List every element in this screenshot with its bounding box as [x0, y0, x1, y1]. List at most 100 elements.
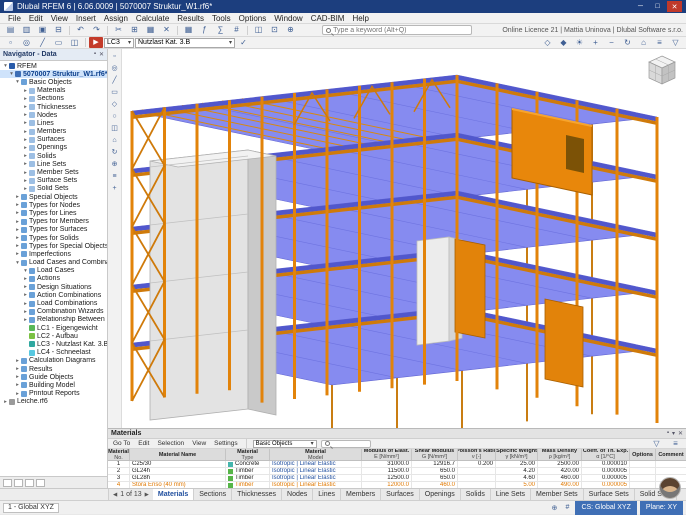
- select-arrow-icon[interactable]: ▫: [109, 51, 121, 62]
- 3d-viewport[interactable]: [122, 49, 686, 428]
- navigator-tab-views[interactable]: [25, 478, 34, 487]
- redo-icon[interactable]: ↷: [89, 24, 104, 36]
- column-header[interactable]: Options: [630, 449, 656, 460]
- load-case-selector[interactable]: LC3 ▾: [104, 37, 134, 48]
- tab-surface-sets[interactable]: Surface Sets: [584, 489, 635, 500]
- tab-lines[interactable]: Lines: [313, 489, 341, 500]
- view-selector[interactable]: 1 - Global XYZ: [3, 502, 59, 513]
- tree-item[interactable]: LC1 - Eigengewicht: [0, 324, 107, 332]
- column-header[interactable]: Material Model: [270, 449, 362, 460]
- calculate-run-icon[interactable]: ▶: [89, 37, 103, 48]
- tree-item[interactable]: Solids: [0, 152, 107, 160]
- pin-icon[interactable]: ▪: [94, 51, 96, 58]
- tree-item[interactable]: LC3 - Nutzlast Kat. 3.B: [0, 340, 107, 348]
- zoom-out-icon[interactable]: −: [604, 37, 619, 49]
- materials-menu-selection[interactable]: Selection: [155, 440, 186, 447]
- close-panel-icon[interactable]: ✕: [678, 430, 683, 437]
- tab-line-sets[interactable]: Line Sets: [491, 489, 532, 500]
- table-layers-icon[interactable]: ≡: [668, 438, 683, 450]
- home-icon[interactable]: ⌂: [109, 135, 121, 146]
- tree-item[interactable]: Building Model: [0, 381, 107, 389]
- tree-item[interactable]: Types for Lines: [0, 209, 107, 217]
- column-header[interactable]: Comment: [656, 449, 686, 460]
- tree-item[interactable]: Imperfections: [0, 250, 107, 258]
- menu-insert[interactable]: Insert: [72, 14, 100, 23]
- tree-item[interactable]: Combination Wizards: [0, 308, 107, 316]
- table-filter-icon[interactable]: ▽: [649, 438, 664, 450]
- column-header[interactable]: Modulus of Elast. E [N/mm²]: [362, 449, 412, 460]
- insert-surface-icon[interactable]: ◇: [109, 99, 121, 110]
- sum-icon[interactable]: ∑: [213, 24, 228, 36]
- table-search-input[interactable]: [331, 440, 367, 447]
- close-button[interactable]: ✕: [667, 1, 682, 12]
- tree-item[interactable]: Calculation Diagrams: [0, 357, 107, 365]
- tree-item[interactable]: RFEM: [0, 62, 107, 70]
- tree-item[interactable]: Types for Surfaces: [0, 226, 107, 234]
- menu-file[interactable]: File: [4, 14, 25, 23]
- function-icon[interactable]: ƒ: [197, 24, 212, 36]
- zoom-fit-icon[interactable]: ⊡: [267, 24, 282, 36]
- tree-item[interactable]: Basic Objects: [0, 78, 107, 86]
- column-header[interactable]: Material Type: [226, 449, 270, 460]
- zoom-in-icon[interactable]: +: [588, 37, 603, 49]
- layers-icon[interactable]: ≡: [109, 171, 121, 182]
- column-header[interactable]: Specific Weight γ [kN/m³]: [496, 449, 538, 460]
- menu-calculate[interactable]: Calculate: [132, 14, 173, 23]
- tab-sections[interactable]: Sections: [194, 489, 233, 500]
- menu-edit[interactable]: Edit: [25, 14, 47, 23]
- filter-icon[interactable]: ▽: [668, 37, 683, 49]
- tab-materials[interactable]: Materials: [152, 489, 195, 500]
- column-header[interactable]: Shear Modulus G [N/mm²]: [412, 449, 458, 460]
- tree-item[interactable]: Member Sets: [0, 168, 107, 176]
- new-file-icon[interactable]: ▤: [3, 24, 18, 36]
- tree-item[interactable]: Types for Special Objects: [0, 242, 107, 250]
- insert-opening-icon[interactable]: ○: [109, 111, 121, 122]
- navigator-tab-display[interactable]: [14, 478, 23, 487]
- column-header[interactable]: Coeff. of Th. Exp. α [1/°C]: [582, 449, 630, 460]
- menu-window[interactable]: Window: [270, 14, 306, 23]
- snap-icon[interactable]: ⊕: [109, 159, 121, 170]
- tree-item[interactable]: Special Objects: [0, 193, 107, 201]
- maximize-button[interactable]: □: [650, 1, 665, 12]
- tree-item[interactable]: LC2 - Aufbau: [0, 332, 107, 340]
- tree-item[interactable]: Load Cases and Combinations: [0, 259, 107, 267]
- insert-node-icon[interactable]: ◎: [109, 63, 121, 74]
- menu-help[interactable]: Help: [348, 14, 372, 23]
- materials-menu-view[interactable]: View: [190, 440, 208, 447]
- line-tool-icon[interactable]: ╱: [35, 37, 50, 49]
- tree-item[interactable]: Leiche.rf6: [0, 398, 107, 406]
- tree-item[interactable]: Types for Solids: [0, 234, 107, 242]
- tab-thicknesses[interactable]: Thicknesses: [232, 489, 283, 500]
- paste-icon[interactable]: ▦: [143, 24, 158, 36]
- menu-results[interactable]: Results: [173, 14, 208, 23]
- zoom-plus-icon[interactable]: +: [109, 183, 121, 194]
- member-tool-icon[interactable]: ▭: [51, 37, 66, 49]
- tree-item[interactable]: Surface Sets: [0, 177, 107, 185]
- tree-item[interactable]: Nodes: [0, 111, 107, 119]
- column-header[interactable]: Material No.: [108, 449, 130, 460]
- tree-item[interactable]: Load Cases: [0, 267, 107, 275]
- tree-item[interactable]: LC4 - Schneelast: [0, 349, 107, 357]
- tree-item[interactable]: Action Combinations: [0, 291, 107, 299]
- tree-item[interactable]: Members: [0, 128, 107, 136]
- tree-item[interactable]: Materials: [0, 87, 107, 95]
- materials-menu-edit[interactable]: Edit: [136, 440, 151, 447]
- open-file-icon[interactable]: ▥: [19, 24, 34, 36]
- tree-item[interactable]: Design Situations: [0, 283, 107, 291]
- collapse-panel-icon[interactable]: ▾: [672, 430, 675, 437]
- home-view-icon[interactable]: ⌂: [636, 37, 651, 49]
- cut-icon[interactable]: ✂: [111, 24, 126, 36]
- tree-item[interactable]: Relationship Between Load Cases: [0, 316, 107, 324]
- navigator-tab-results[interactable]: [36, 478, 45, 487]
- next-table-icon[interactable]: ▶: [145, 492, 149, 498]
- work-plane-indicator[interactable]: Plane: XY: [639, 500, 683, 515]
- navigation-cube[interactable]: [644, 53, 680, 89]
- close-navigator-icon[interactable]: ✕: [99, 51, 104, 58]
- wireframe-icon[interactable]: ◇: [540, 37, 555, 49]
- table-row[interactable]: 1 C25/30 Concrete Isotropic | Linear Ela…: [108, 461, 686, 468]
- materials-menu-settings[interactable]: Settings: [212, 440, 240, 447]
- insert-solid-icon[interactable]: ◫: [109, 123, 121, 134]
- tree-item[interactable]: Guide Objects: [0, 373, 107, 381]
- minimize-button[interactable]: ─: [633, 1, 648, 12]
- tree-item[interactable]: Openings: [0, 144, 107, 152]
